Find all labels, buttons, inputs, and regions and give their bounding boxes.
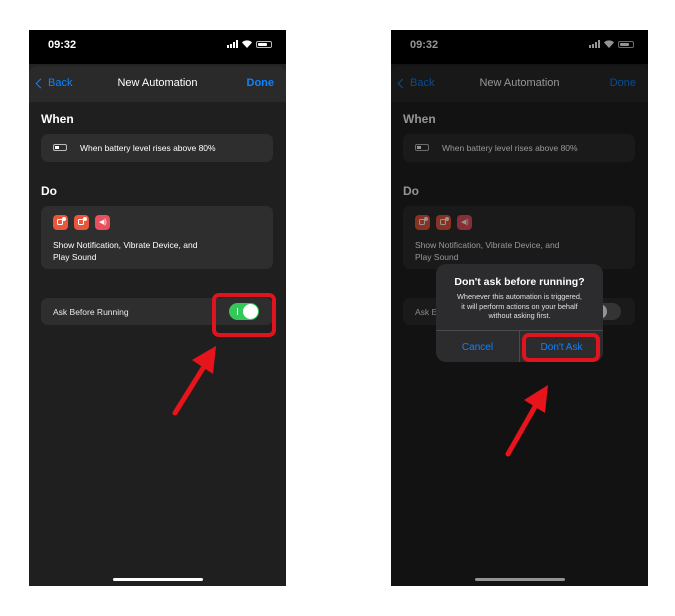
alert-message-line1: Whenever this automation is triggered, xyxy=(457,292,582,301)
trigger-card[interactable]: When battery level rises above 80% xyxy=(41,134,273,162)
status-bar: 09:32 xyxy=(29,30,286,64)
alert-message-line3: without asking first. xyxy=(488,311,551,320)
do-heading: Do xyxy=(41,184,57,198)
sound-icon: ◀) xyxy=(95,215,110,230)
actions-summary: Show Notification, Vibrate Device, and P… xyxy=(53,239,253,263)
done-button[interactable]: Done xyxy=(247,77,275,89)
phone-screen-right: 09:32 Back New Automation Done When When… xyxy=(391,30,648,586)
dont-ask-highlight-box xyxy=(522,333,600,362)
status-time: 09:32 xyxy=(48,39,77,51)
battery-icon xyxy=(53,144,67,151)
notification-icon xyxy=(53,215,68,230)
actions-card[interactable]: ◀) Show Notification, Vibrate Device, an… xyxy=(41,206,273,269)
actions-summary-line1: Show Notification, Vibrate Device, and xyxy=(53,240,198,250)
when-heading: When xyxy=(41,112,74,126)
alert-title: Don't ask before running? xyxy=(454,276,585,288)
cancel-button[interactable]: Cancel xyxy=(436,331,520,362)
action-icons: ◀) xyxy=(53,215,110,230)
actions-summary-line2: Play Sound xyxy=(53,252,97,262)
wifi-icon xyxy=(242,40,252,48)
ask-before-running-label: Ask Before Running xyxy=(53,307,129,317)
battery-status-icon xyxy=(256,40,272,48)
home-indicator xyxy=(112,578,203,581)
toggle-highlight-box xyxy=(212,293,276,337)
cellular-signal-icon xyxy=(227,40,238,48)
trigger-text: When battery level rises above 80% xyxy=(80,143,216,153)
alert-message-line2: it will perform actions on your behalf xyxy=(461,301,578,311)
alert-message: Whenever this automation is triggered, i… xyxy=(444,292,595,321)
nav-bar: Back New Automation Done xyxy=(29,66,286,102)
vibrate-icon xyxy=(74,215,89,230)
status-icons xyxy=(227,40,272,48)
